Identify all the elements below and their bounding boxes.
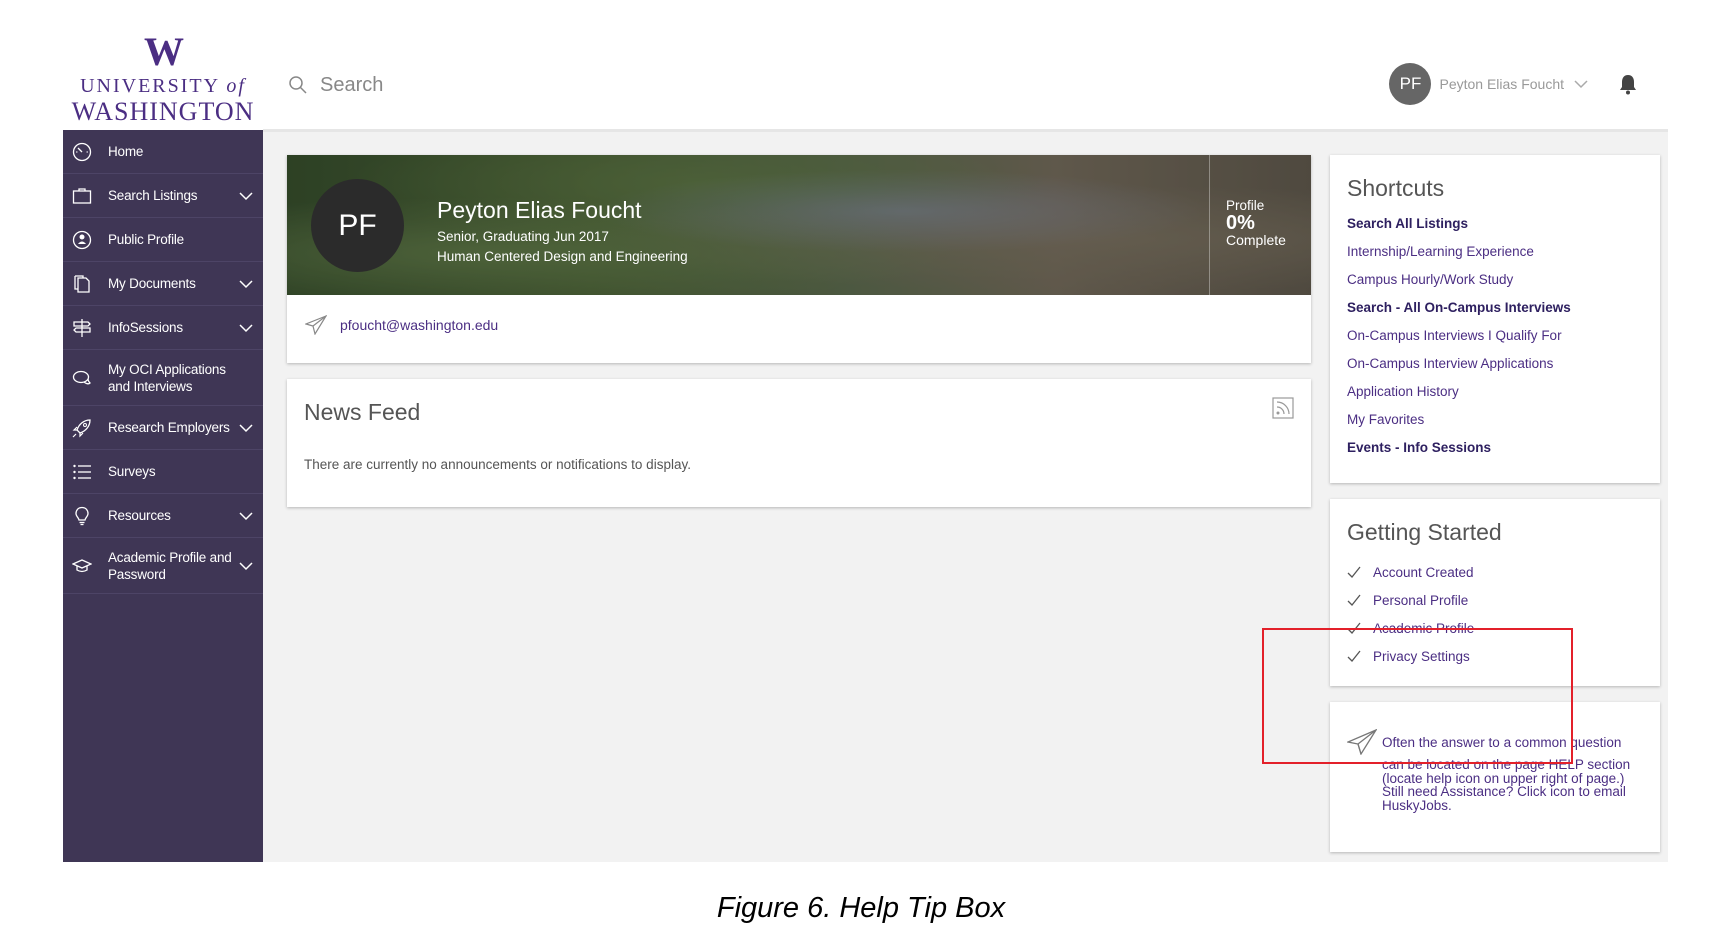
shortcuts-card: Shortcuts Search All Listings Internship…	[1330, 155, 1660, 483]
list-item: Events - Info Sessions	[1347, 440, 1571, 468]
sidebar-item-infosessions[interactable]: InfoSessions	[63, 306, 263, 350]
sidebar-item-label: Resources	[108, 508, 171, 523]
sidebar-item-resources[interactable]: Resources	[63, 494, 263, 538]
sidebar-item-academic-profile[interactable]: Academic Profile and Password	[63, 538, 263, 594]
list-item[interactable]: Personal Profile	[1347, 586, 1474, 614]
chevron-down-icon[interactable]	[239, 511, 253, 521]
chevron-down-icon[interactable]	[1574, 79, 1588, 89]
shortcuts-title: Shortcuts	[1347, 175, 1445, 201]
list-item: Internship/Learning Experience	[1347, 244, 1571, 272]
list-item: On-Campus Interview Applications	[1347, 356, 1571, 384]
shortcut-link[interactable]: Campus Hourly/Work Study	[1347, 272, 1513, 287]
documents-icon	[74, 274, 90, 293]
paper-plane-icon	[305, 315, 327, 335]
sidebar-item-label: My Documents	[108, 276, 196, 291]
list-icon	[73, 464, 91, 479]
sidebar-item-label: Research Employers	[108, 420, 230, 435]
list-item: Campus Hourly/Work Study	[1347, 272, 1571, 300]
profile-completion-label: Profile	[1226, 198, 1265, 213]
chevron-down-icon[interactable]	[239, 423, 253, 433]
profile-status: Senior, Graduating Jun 2017	[437, 229, 609, 244]
profile-completion-suffix: Complete	[1226, 232, 1286, 248]
shortcut-link[interactable]: Application History	[1347, 384, 1459, 399]
sidebar-item-search-listings[interactable]: Search Listings	[63, 174, 263, 218]
shortcut-link[interactable]: Internship/Learning Experience	[1347, 244, 1534, 259]
signpost-icon	[73, 318, 91, 337]
shortcuts-list: Search All Listings Internship/Learning …	[1347, 216, 1571, 468]
briefcase-icon	[72, 187, 92, 204]
graduation-cap-icon	[72, 558, 92, 572]
chevron-down-icon[interactable]	[239, 561, 253, 571]
chevron-down-icon[interactable]	[239, 323, 253, 333]
search-icon[interactable]	[288, 75, 308, 95]
checkmark-icon	[1347, 594, 1361, 606]
profile-name: Peyton Elias Foucht	[437, 197, 642, 223]
shortcut-link[interactable]: Search All Listings	[1347, 216, 1468, 231]
logo-line2: WASHINGTON	[71, 97, 255, 126]
shortcut-link[interactable]: My Favorites	[1347, 412, 1424, 427]
sidebar-item-my-documents[interactable]: My Documents	[63, 262, 263, 306]
rocket-icon	[72, 418, 91, 437]
profile-banner	[287, 155, 1311, 295]
list-item: On-Campus Interviews I Qualify For	[1347, 328, 1571, 356]
profile-completion[interactable]: Profile 0% Complete	[1209, 155, 1311, 295]
sidebar-item-research-employers[interactable]: Research Employers	[63, 406, 263, 450]
logo-line1: UNIVERSITY	[80, 75, 220, 97]
list-item: Search All Listings	[1347, 216, 1571, 244]
sidebar-item-my-oci-applications[interactable]: My OCI Applications and Interviews	[63, 350, 263, 406]
chat-bubbles-icon	[72, 370, 91, 384]
chevron-down-icon[interactable]	[239, 191, 253, 201]
university-logo[interactable]: W UNIVERSITY of WASHINGTON	[63, 30, 263, 130]
logo-line1-of: of	[226, 75, 246, 97]
checkmark-icon	[1347, 566, 1361, 578]
dashboard-icon	[72, 142, 92, 161]
profile-completion-value: 0%	[1226, 212, 1255, 234]
shortcut-link[interactable]: Search - All On-Campus Interviews	[1347, 300, 1571, 315]
getting-started-label: Account Created	[1373, 564, 1474, 580]
figure-caption: Figure 6. Help Tip Box	[716, 892, 1006, 924]
chevron-down-icon[interactable]	[239, 279, 253, 289]
news-feed-empty-message: There are currently no announcements or …	[304, 457, 691, 472]
news-feed-title: News Feed	[304, 399, 421, 425]
user-avatar[interactable]: PF	[1389, 63, 1432, 105]
sidebar-item-label: Academic Profile and Password	[108, 549, 232, 582]
news-feed-card: News Feed There are currently no announc…	[287, 379, 1311, 507]
help-tip-text: can be located on the page HELP section …	[1382, 757, 1631, 813]
sidebar-item-label: Surveys	[108, 464, 156, 479]
rss-icon[interactable]	[1272, 397, 1294, 419]
profile-email-row: pfoucht@washington.edu	[305, 315, 498, 335]
sidebar-item-label: InfoSessions	[108, 320, 183, 335]
sidebar-item-surveys[interactable]: Surveys	[63, 450, 263, 494]
help-tip-highlight	[1262, 628, 1573, 764]
shortcut-link[interactable]: Events - Info Sessions	[1347, 440, 1491, 455]
profile-card: PF Peyton Elias Foucht Senior, Graduatin…	[287, 155, 1311, 363]
shortcut-link[interactable]: On-Campus Interviews I Qualify For	[1347, 328, 1562, 343]
bell-icon[interactable]	[1618, 73, 1638, 95]
sidebar-item-label: Search Listings	[108, 188, 198, 203]
getting-started-label: Personal Profile	[1373, 592, 1469, 608]
list-item: Search - All On-Campus Interviews	[1347, 300, 1571, 328]
search-input[interactable]	[320, 73, 620, 97]
profile-avatar[interactable]: PF	[311, 179, 404, 272]
logo-mark: W	[144, 29, 184, 74]
sidebar-nav: Home Search Listings Public Profile My D…	[63, 130, 263, 862]
list-item[interactable]: Account Created	[1347, 558, 1474, 586]
sidebar-item-label: My OCI Applications and Interviews	[108, 361, 226, 394]
shortcut-link[interactable]: On-Campus Interview Applications	[1347, 356, 1553, 371]
list-item: Application History	[1347, 384, 1571, 412]
lightbulb-icon	[75, 506, 89, 525]
user-name[interactable]: Peyton Elias Foucht	[1439, 76, 1564, 92]
getting-started-title: Getting Started	[1347, 519, 1502, 545]
profile-email-link[interactable]: pfoucht@washington.edu	[340, 317, 498, 333]
sidebar-item-home[interactable]: Home	[63, 130, 263, 174]
profile-icon	[72, 230, 92, 249]
sidebar-item-label: Public Profile	[108, 232, 184, 247]
sidebar-item-label: Home	[108, 144, 144, 159]
sidebar-item-public-profile[interactable]: Public Profile	[63, 218, 263, 262]
user-menu[interactable]: PF Peyton Elias Foucht	[1389, 63, 1638, 105]
profile-program: Human Centered Design and Engineering	[437, 249, 688, 264]
search-bar	[288, 70, 620, 100]
list-item: My Favorites	[1347, 412, 1571, 440]
